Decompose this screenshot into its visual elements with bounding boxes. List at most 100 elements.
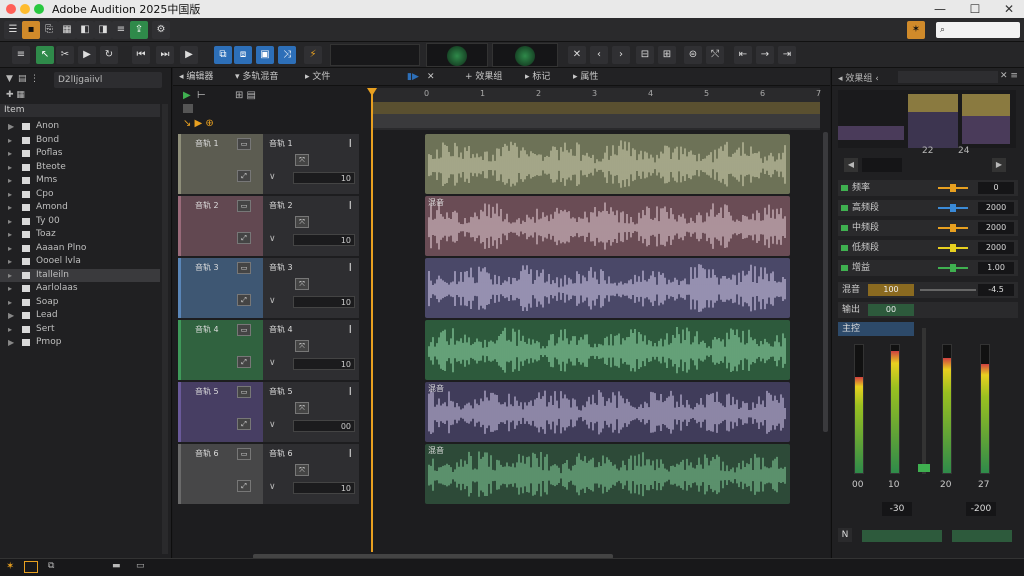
effect-row[interactable]: 高频段 2000: [838, 200, 1018, 216]
files-scrollbar[interactable]: [162, 104, 168, 554]
track-menu-icon[interactable]: ❙: [347, 138, 354, 147]
files-search-input[interactable]: D2lIjgaiivl: [54, 72, 162, 88]
panel-icon[interactable]: ◨: [94, 21, 112, 39]
forward-icon[interactable]: ⏭: [156, 46, 174, 64]
track-arm-icon[interactable]: ∨: [269, 172, 276, 182]
effect-slider-knob-icon[interactable]: [950, 204, 956, 212]
track-fx-icon[interactable]: ⤧: [295, 278, 309, 290]
track-arm-icon[interactable]: ∨: [269, 482, 276, 492]
track-header[interactable]: 音轨 6 ▭ ⤢ 音轨 6 ❙ ⤧ ∨ 10: [178, 444, 366, 504]
expand-arrow-icon[interactable]: ▸: [8, 228, 12, 241]
tab-props[interactable]: ▸ 属性: [573, 70, 598, 84]
pan-fader-knob-icon[interactable]: [918, 464, 930, 472]
expand-arrow-icon[interactable]: ▸: [8, 215, 12, 228]
file-item[interactable]: ▶ Anon: [0, 120, 160, 133]
track-expand-icon[interactable]: ⤢: [237, 294, 251, 306]
output-value[interactable]: 00: [868, 304, 914, 316]
workspace-icon[interactable]: ▪: [22, 21, 40, 39]
file-item[interactable]: ▸ Sert: [0, 323, 160, 336]
effect-slider-knob-icon[interactable]: [950, 184, 956, 192]
expand-arrow-icon[interactable]: ▶: [8, 336, 14, 349]
tab-files[interactable]: ▸ 文件: [305, 70, 330, 84]
file-item[interactable]: ▸ Aaaan Plno: [0, 242, 160, 255]
track-arm-icon[interactable]: ∨: [269, 296, 276, 306]
file-item[interactable]: ▶ Pmop: [0, 336, 160, 349]
play-icon[interactable]: ▶: [78, 46, 96, 64]
track-volume[interactable]: 10: [293, 234, 355, 246]
grid-snap-icon[interactable]: ▣: [256, 46, 274, 64]
effects-search[interactable]: [898, 71, 998, 83]
list-view-icon[interactable]: ▤: [18, 74, 27, 84]
file-item[interactable]: ▸ Bteote: [0, 161, 160, 174]
tab-close-icon[interactable]: ✕: [427, 70, 435, 84]
track-mute-icon[interactable]: ▭: [237, 448, 251, 460]
razor-tool-icon[interactable]: ✂: [56, 46, 74, 64]
track-mute-icon[interactable]: ▭: [237, 138, 251, 150]
audio-clip[interactable]: [425, 320, 790, 380]
track-fx-icon[interactable]: ⤧: [295, 340, 309, 352]
expand-arrow-icon[interactable]: ▶: [8, 120, 14, 133]
move-tool-icon[interactable]: ↖: [36, 46, 54, 64]
status-window-icon[interactable]: [24, 561, 38, 573]
track-tools-icon[interactable]: ⊢: [197, 90, 206, 101]
waveform-view-icon[interactable]: ≡: [12, 46, 30, 64]
expand-arrow-icon[interactable]: ▸: [8, 242, 12, 255]
gain-value-right[interactable]: -200: [966, 502, 996, 516]
track-header[interactable]: 音轨 1 ▭ ⤢ 音轨 1 ❙ ⤧ ∨ 10: [178, 134, 366, 194]
marker-icon[interactable]: ⚡: [304, 46, 322, 64]
effect-value[interactable]: 2000: [978, 202, 1014, 214]
effect-enable-icon[interactable]: [841, 265, 848, 271]
panel-menu-icon[interactable]: ⋮: [30, 74, 39, 84]
track-play-icon[interactable]: ▶: [183, 90, 191, 101]
normalize-icon[interactable]: N: [838, 528, 852, 542]
export-icon[interactable]: ⇪: [130, 21, 148, 39]
track-name[interactable]: 音轨 1: [195, 138, 219, 149]
stop-icon[interactable]: ▶: [180, 46, 198, 64]
close-button[interactable]: ✕: [994, 0, 1024, 18]
status-sun-icon[interactable]: ✶: [6, 561, 14, 572]
audio-clip[interactable]: 混音: [425, 382, 790, 442]
snap-icon[interactable]: ⧈: [234, 46, 252, 64]
files-icon[interactable]: ⎘: [40, 21, 58, 39]
tab-multitrack[interactable]: ▾ 多轨混音: [235, 70, 278, 84]
expand-arrow-icon[interactable]: ▸: [8, 201, 12, 214]
mixer-icon[interactable]: ⊜: [684, 46, 702, 64]
file-item[interactable]: ▸ Aarlolaas: [0, 282, 160, 295]
track-menu-icon[interactable]: ❙: [347, 448, 354, 457]
layout-icon[interactable]: ◧: [76, 21, 94, 39]
file-item[interactable]: ▸ Italleiln: [0, 268, 160, 282]
expand-arrow-icon[interactable]: ▸: [8, 134, 12, 147]
track-expand-icon[interactable]: ⤢: [237, 170, 251, 182]
track-name[interactable]: 音轨 5: [195, 386, 219, 397]
prev-preset-icon[interactable]: ◀: [844, 158, 858, 172]
track-arm-icon[interactable]: ∨: [269, 420, 276, 430]
effect-row[interactable]: 频率 0: [838, 180, 1018, 196]
expand-arrow-icon[interactable]: ▸: [8, 269, 12, 282]
effect-slider-knob-icon[interactable]: [950, 244, 956, 252]
effect-value[interactable]: 2000: [978, 222, 1014, 234]
timeline-ruler[interactable]: 0123456789: [372, 88, 933, 130]
effect-value[interactable]: 2000: [978, 242, 1014, 254]
track-name[interactable]: 音轨 3: [195, 262, 219, 273]
effect-row[interactable]: 低频段 2000: [838, 240, 1018, 256]
zoom-dot-icon[interactable]: [34, 4, 44, 14]
split-icon[interactable]: ⊟: [636, 46, 654, 64]
preset-field[interactable]: [862, 158, 902, 172]
file-item[interactable]: ▸ Toaz: [0, 228, 160, 241]
effects-close-icon[interactable]: ✕ ≡: [1000, 71, 1018, 81]
audio-clip[interactable]: 混音: [425, 196, 790, 256]
mix-value[interactable]: 100: [868, 284, 914, 296]
track-fx-icon[interactable]: ⤧: [295, 402, 309, 414]
effect-enable-icon[interactable]: [841, 225, 848, 231]
track-name[interactable]: 音轨 2: [195, 200, 219, 211]
effect-value[interactable]: 1.00: [978, 262, 1014, 274]
master-fader-value[interactable]: [952, 530, 1012, 542]
skip-end-icon[interactable]: ⇥: [778, 46, 796, 64]
maximize-button[interactable]: ☐: [960, 0, 990, 18]
expand-arrow-icon[interactable]: ▸: [8, 188, 12, 201]
track-fx-icon[interactable]: ⤧: [295, 464, 309, 476]
track-fx-icon[interactable]: ⤧: [295, 216, 309, 228]
expand-arrow-icon[interactable]: ▸: [8, 255, 12, 268]
effect-slider-knob-icon[interactable]: [950, 264, 956, 272]
file-item[interactable]: ▸ Soap: [0, 296, 160, 309]
